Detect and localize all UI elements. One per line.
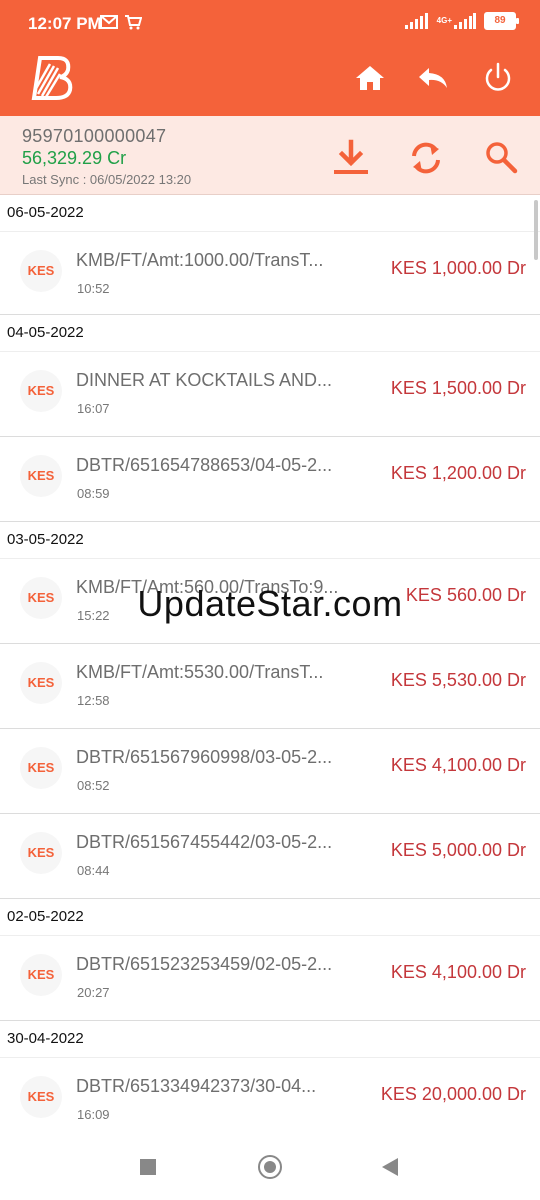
currency-badge: KES	[20, 954, 62, 996]
transaction-time: 16:09	[77, 1107, 110, 1122]
transaction-amount: KES 20,000.00 Dr	[380, 1084, 526, 1104]
account-summary: 95970100000047 56,329.29 Cr Last Sync : …	[0, 116, 540, 195]
back-icon[interactable]	[415, 60, 451, 96]
download-icon[interactable]	[331, 138, 371, 178]
transaction-amount: KES 5,530.00 Dr	[390, 670, 526, 690]
date-header: 04-05-2022	[0, 315, 540, 352]
bank-logo-icon	[31, 56, 73, 100]
transaction-description: DBTR/651654788653/04-05-2...	[76, 455, 333, 475]
status-bar: 12:07 PM 4G+ 89	[0, 0, 540, 40]
transaction-description: DBTR/651567455442/03-05-2...	[76, 832, 333, 852]
transaction-amount: KES 4,100.00 Dr	[390, 962, 526, 982]
transaction-description: KMB/FT/Amt:5530.00/TransT...	[76, 662, 324, 682]
transaction-row[interactable]: KES KMB/FT/Amt:5530.00/TransT... 12:58 K…	[0, 644, 540, 729]
transaction-row[interactable]: KES DBTR/651523253459/02-05-2... 20:27 K…	[0, 936, 540, 1021]
transaction-row[interactable]: KES DBTR/651334942373/30-04... 16:09 KES…	[0, 1058, 540, 1130]
transaction-time: 10:52	[77, 281, 110, 296]
notification-icons	[100, 14, 142, 30]
transaction-list[interactable]: 06-05-2022 KES KMB/FT/Amt:1000.00/TransT…	[0, 195, 540, 1130]
transaction-time: 20:27	[77, 985, 110, 1000]
transaction-time: 12:58	[77, 693, 110, 708]
date-header: 03-05-2022	[0, 522, 540, 559]
date-header: 02-05-2022	[0, 899, 540, 936]
signal-icon	[404, 13, 428, 29]
watermark: UpdateStar.com	[137, 583, 403, 624]
account-balance: 56,329.29 Cr	[22, 148, 127, 168]
mail-notification-icon	[100, 15, 118, 29]
cart-notification-icon	[125, 15, 142, 30]
date-header: 30-04-2022	[0, 1021, 540, 1058]
transaction-amount: KES 1,200.00 Dr	[390, 463, 526, 483]
currency-badge: KES	[20, 250, 62, 292]
transaction-time: 08:52	[77, 778, 110, 793]
status-time: 12:07 PM	[28, 14, 102, 33]
currency-badge: KES	[20, 662, 62, 704]
signal-icon-2	[454, 13, 476, 29]
network-label: 4G+	[436, 16, 452, 25]
currency-badge: KES	[20, 370, 62, 412]
app-bar	[0, 40, 540, 116]
search-icon[interactable]	[482, 138, 522, 178]
system-nav-bar	[0, 1133, 540, 1200]
transaction-row[interactable]: KES KMB/FT/Amt:1000.00/TransT... 10:52 K…	[0, 232, 540, 315]
transaction-row[interactable]: KES DINNER AT KOCKTAILS AND... 16:07 KES…	[0, 352, 540, 437]
date-header: 06-05-2022	[0, 195, 540, 232]
transaction-description: DBTR/651334942373/30-04...	[76, 1076, 317, 1096]
refresh-icon[interactable]	[406, 138, 446, 178]
list-scrollbar[interactable]	[534, 200, 538, 260]
currency-badge: KES	[20, 747, 62, 789]
transaction-description: DBTR/651523253459/02-05-2...	[76, 954, 333, 974]
transaction-row[interactable]: KES DBTR/651654788653/04-05-2... 08:59 K…	[0, 437, 540, 522]
transaction-description: KMB/FT/Amt:1000.00/TransT...	[76, 250, 324, 270]
back-nav-icon[interactable]	[382, 1158, 398, 1176]
transaction-amount: KES 5,000.00 Dr	[390, 840, 526, 860]
battery-icon: 89	[484, 12, 519, 30]
currency-badge: KES	[20, 1076, 62, 1118]
last-sync: Last Sync : 06/05/2022 13:20	[22, 172, 192, 187]
network-type: 4G+	[437, 13, 476, 29]
transaction-amount: KES 1,500.00 Dr	[390, 378, 526, 398]
currency-badge: KES	[20, 455, 62, 497]
account-number: 95970100000047	[22, 126, 167, 146]
power-icon[interactable]	[480, 60, 516, 96]
currency-badge: KES	[20, 832, 62, 874]
home-nav-icon[interactable]	[258, 1155, 282, 1179]
transaction-time: 08:44	[77, 863, 110, 878]
transaction-amount: KES 4,100.00 Dr	[390, 755, 526, 775]
recent-apps-icon[interactable]	[140, 1159, 156, 1175]
transaction-row[interactable]: KES DBTR/651567960998/03-05-2... 08:52 K…	[0, 729, 540, 814]
transaction-description: DINNER AT KOCKTAILS AND...	[76, 370, 333, 390]
home-icon[interactable]	[352, 60, 388, 96]
transaction-amount: KES 1,000.00 Dr	[390, 258, 526, 278]
transaction-time: 16:07	[77, 401, 110, 416]
transaction-row[interactable]: KES DBTR/651567455442/03-05-2... 08:44 K…	[0, 814, 540, 899]
transaction-description: DBTR/651567960998/03-05-2...	[76, 747, 333, 767]
transaction-time: 08:59	[77, 486, 110, 501]
